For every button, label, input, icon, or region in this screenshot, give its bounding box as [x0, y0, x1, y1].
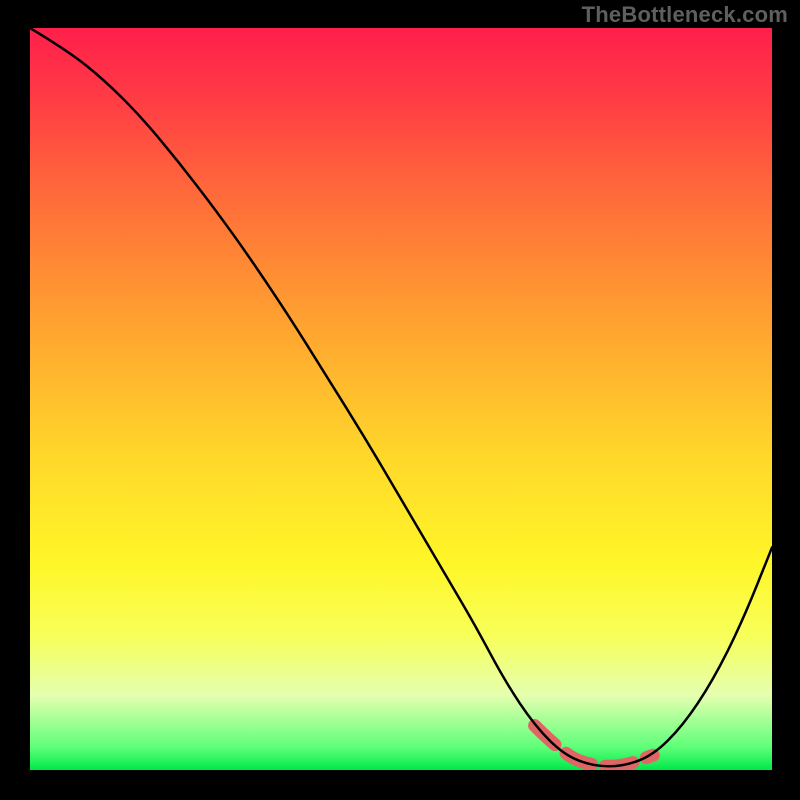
optimal-zone-highlight — [535, 726, 654, 767]
chart-container: TheBottleneck.com — [0, 0, 800, 800]
bottleneck-curve-line — [30, 28, 772, 766]
curve-overlay — [30, 28, 772, 770]
plot-area — [30, 28, 772, 770]
watermark-text: TheBottleneck.com — [582, 2, 788, 28]
